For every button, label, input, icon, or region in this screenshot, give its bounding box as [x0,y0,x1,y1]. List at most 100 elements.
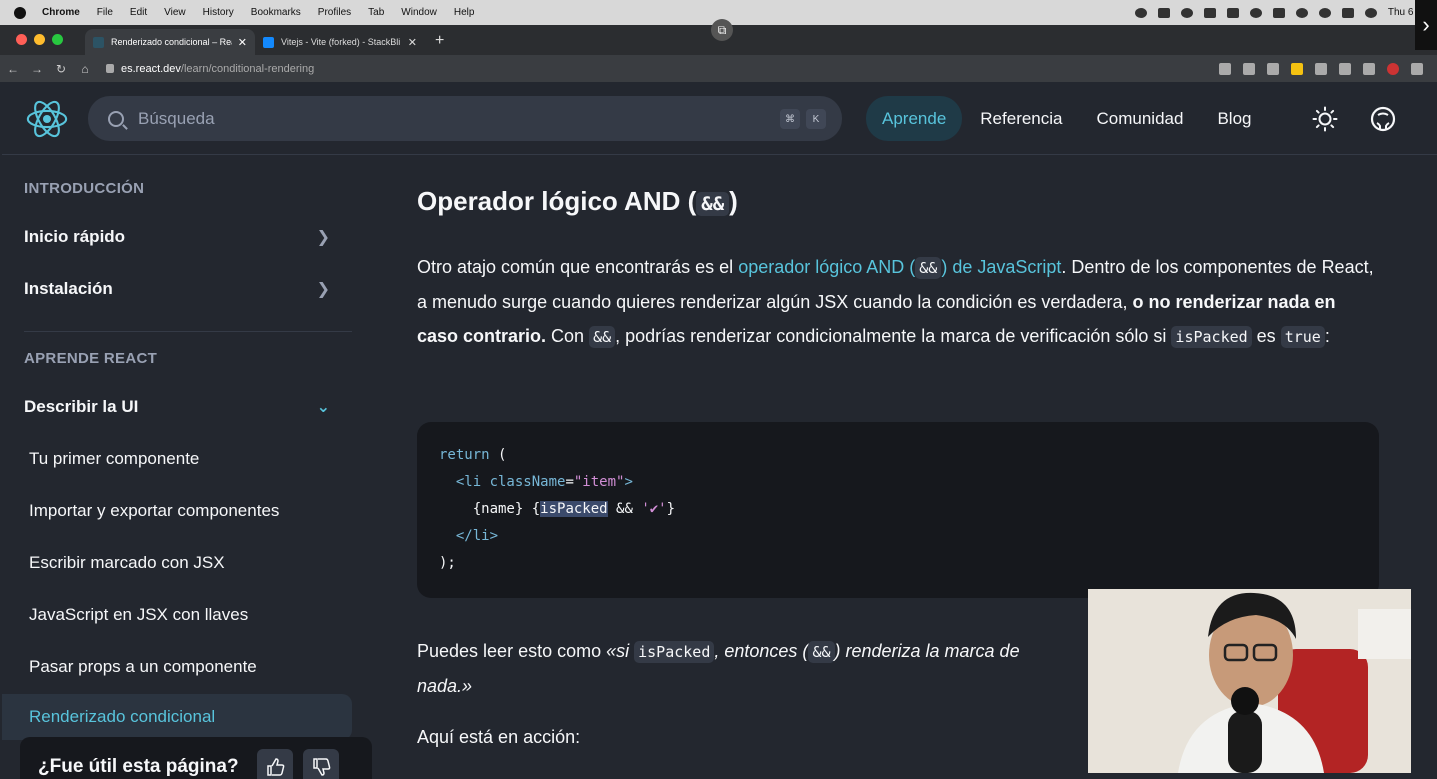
picture-in-picture-icon[interactable]: ⧉ [711,19,733,41]
theme-toggle-icon[interactable] [1312,106,1338,132]
menu-tab[interactable]: Tab [368,7,384,18]
sidebar-item-renderizado-condicional[interactable]: Renderizado condicional [2,694,352,740]
menu-edit[interactable]: Edit [130,7,147,18]
screen-icon[interactable] [1157,7,1170,18]
minimize-window-icon[interactable] [34,34,45,45]
nav-aprende[interactable]: Aprende [866,96,963,141]
nav-referencia[interactable]: Referencia [964,96,1078,141]
bookmark-star-icon[interactable] [1267,62,1279,75]
code-line: </li> [439,528,499,544]
code-text: && [607,501,642,517]
chevron-right-icon: ❯ [316,281,330,298]
sidebar-item-importar-exportar[interactable]: Importar y exportar componentes [2,488,352,534]
tag: <li [439,474,490,490]
nav-blog[interactable]: Blog [1201,96,1267,141]
wifi-icon[interactable] [1295,7,1308,18]
bluetooth-icon[interactable] [1203,7,1216,18]
play-icon[interactable] [1249,7,1262,18]
link-text: ) de JavaScript [941,257,1062,277]
webcam-overlay [1088,589,1411,773]
menu-bookmarks[interactable]: Bookmarks [251,7,301,18]
download-icon[interactable] [1339,62,1351,75]
section-heading: Operador lógico AND (&&) [417,186,738,217]
status-icons: Thu 6 Jul [1134,0,1429,25]
heading-close: ) [729,186,738,216]
menu-file[interactable]: File [97,7,113,18]
url-path: /learn/conditional-rendering [180,62,315,75]
github-icon[interactable] [1370,106,1396,132]
menu-help[interactable]: Help [454,7,475,18]
headphones-icon[interactable] [1180,7,1193,18]
keyboard-icon[interactable] [1226,7,1239,18]
menu-app[interactable]: Chrome [42,7,80,18]
sidebar-item-primer-componente[interactable]: Tu primer componente [2,436,352,482]
browser-tab-stackblitz[interactable]: Vitejs - Vite (forked) - StackBli ✕ [255,29,425,55]
status-icon[interactable] [1134,7,1147,18]
inline-code: isPacked [634,641,715,663]
menu-window[interactable]: Window [401,7,437,18]
extensions [1219,62,1423,75]
maximize-window-icon[interactable] [52,34,63,45]
battery-icon[interactable] [1272,7,1285,18]
italic-text: nada.» [417,676,473,696]
string: "item" [573,474,625,490]
extension-icon[interactable] [1291,62,1303,75]
siri-icon[interactable] [1364,7,1377,18]
text: : [1324,326,1330,346]
sidebar-divider [24,331,352,332]
thumbs-up-icon [266,758,284,776]
forward-icon[interactable]: → [26,62,48,76]
search-icon[interactable] [1318,7,1331,18]
sidebar-item-pasar-props[interactable]: Pasar props a un componente [2,644,352,690]
home-icon[interactable]: ⌂ [74,62,96,76]
close-window-icon[interactable] [16,34,27,45]
zoom-icon[interactable] [1219,62,1231,75]
paragraph-intro: Otro atajo común que encontrarás es el o… [417,250,1379,354]
paragraph-reading-cont: nada.» [417,669,717,703]
thumbs-up-button[interactable] [256,749,293,779]
kbd-cmd: ⌘ [780,109,800,129]
sidebar-section-aprende: APRENDE REACT [24,350,158,367]
reload-icon[interactable]: ↻ [50,62,72,76]
sidebar-item-marcado-jsx[interactable]: Escribir marcado con JSX [2,540,352,586]
inline-code: && [808,641,835,663]
menu-history[interactable]: History [203,7,234,18]
string: '✔' [641,501,667,517]
search-icon [108,110,124,127]
chevron-down-icon: ⌄ [316,399,330,416]
menu-profiles[interactable]: Profiles [318,7,351,18]
menu-view[interactable]: View [164,7,186,18]
close-tab-icon[interactable]: ✕ [408,36,417,49]
share-icon[interactable] [1243,62,1255,75]
sidebar-item-inicio-rapido[interactable]: Inicio rápido ❯ [2,214,352,260]
new-tab-button[interactable]: + [435,32,444,50]
sidebar-item-describir-ui[interactable]: Describir la UI ⌄ [2,384,352,430]
control-center-icon[interactable] [1341,7,1354,18]
lock-icon[interactable] [106,64,114,73]
back-icon[interactable]: ← [2,62,24,76]
code-block[interactable]: return ( <li className="item"> {name} {i… [417,422,1379,598]
profile-avatar[interactable] [1387,62,1399,75]
code-line: return ( [439,442,1357,469]
and-operator-link[interactable]: operador lógico AND (&&) de JavaScript [738,257,1062,279]
thumbs-down-button[interactable] [302,749,339,779]
react-logo-icon[interactable] [24,96,70,142]
paragraph-reading: Puedes leer esto como «si isPacked, ento… [417,634,1087,669]
puzzle-icon[interactable] [1315,62,1327,75]
sidebar-item-javascript-jsx[interactable]: JavaScript en JSX con llaves [2,592,352,638]
sidebar-item-instalacion[interactable]: Instalación ❯ [2,266,352,312]
close-tab-icon[interactable]: ✕ [238,36,247,49]
sidepanel-icon[interactable] [1363,62,1375,75]
italic-text: ) renderiza la marca de [834,641,1020,661]
heading-code: && [696,192,730,216]
url-field[interactable]: es.react.dev /learn/conditional-renderin… [106,58,1219,79]
tab-title: Vitejs - Vite (forked) - StackBli [281,37,401,47]
nav-comunidad[interactable]: Comunidad [1081,96,1200,141]
apple-icon[interactable] [14,6,26,19]
tag: > [624,474,633,490]
sidebar: INTRODUCCIÓN Inicio rápido ❯ Instalación… [2,156,362,779]
browser-tab-react[interactable]: Renderizado condicional – Rea ✕ [85,29,255,55]
search-input[interactable]: Búsqueda ⌘ K [88,96,842,141]
more-menu-icon[interactable] [1411,62,1423,75]
chevron-right-icon[interactable]: › [1415,0,1437,50]
